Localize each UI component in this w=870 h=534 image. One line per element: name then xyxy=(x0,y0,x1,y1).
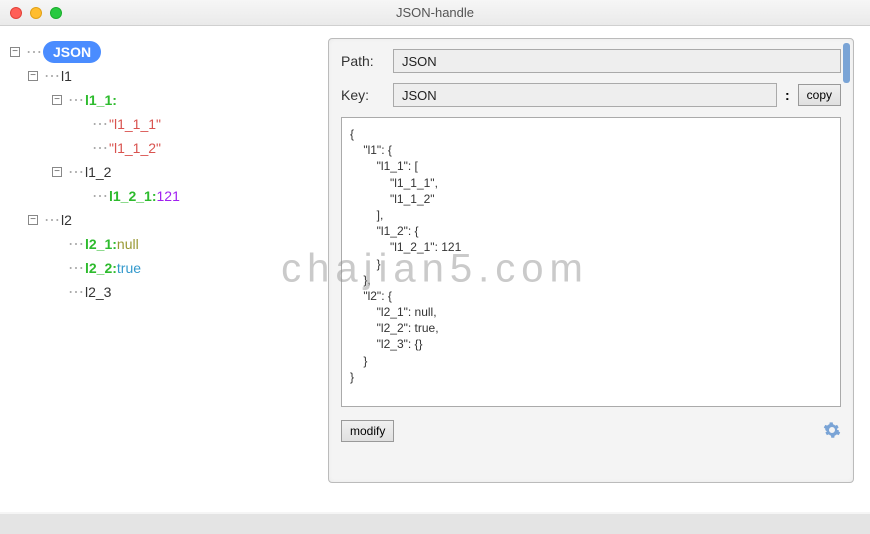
tree-value: "l1_1_2" xyxy=(109,140,161,156)
tree-key: l1_2_1 xyxy=(109,188,152,204)
tree-node-l1-2-1[interactable]: ⋯ l1_2_1 : 121 xyxy=(10,184,310,208)
tree-key: l2_3 xyxy=(85,284,111,300)
tree-value: 121 xyxy=(157,188,180,204)
copy-button[interactable]: copy xyxy=(798,84,841,106)
tree-key: l1_2 xyxy=(85,164,111,180)
tree-key: l2_2 xyxy=(85,260,112,276)
collapse-icon[interactable]: − xyxy=(10,47,20,57)
collapse-icon[interactable]: − xyxy=(28,215,38,225)
key-label: Key: xyxy=(341,87,385,103)
path-input[interactable] xyxy=(393,49,841,73)
tree-node-root[interactable]: − ⋯ JSON xyxy=(10,40,310,64)
tree-key: l1_1 xyxy=(85,92,112,108)
collapse-icon[interactable]: − xyxy=(52,167,62,177)
tree-node-l2[interactable]: − ⋯ l2 xyxy=(10,208,310,232)
window-title: JSON-handle xyxy=(10,5,860,20)
traffic-lights xyxy=(10,7,62,19)
tree-node-l1-1-1[interactable]: ⋯ "l1_1_1" xyxy=(10,112,310,136)
tree-node-l2-3[interactable]: ⋯ l2_3 xyxy=(10,280,310,304)
modify-button[interactable]: modify xyxy=(341,420,394,442)
tree-node-l1-1-2[interactable]: ⋯ "l1_1_2" xyxy=(10,136,310,160)
tree-node-l2-1[interactable]: ⋯ l2_1 : null xyxy=(10,232,310,256)
right-panel: Path: Key: : copy modify xyxy=(320,26,870,512)
key-row: Key: : copy xyxy=(341,83,841,107)
tree-value: "l1_1_1" xyxy=(109,116,161,132)
root-badge[interactable]: JSON xyxy=(43,41,101,63)
app-window: JSON-handle − ⋯ JSON − ⋯ l1 − ⋯ l1_1 : ⋯ xyxy=(0,0,870,512)
minimize-icon[interactable] xyxy=(30,7,42,19)
collapse-icon[interactable]: − xyxy=(52,95,62,105)
tree-panel: − ⋯ JSON − ⋯ l1 − ⋯ l1_1 : ⋯ "l1_1_1" ⋯ xyxy=(0,26,320,512)
path-row: Path: xyxy=(341,49,841,73)
scrollbar[interactable] xyxy=(843,43,850,83)
json-textarea[interactable] xyxy=(341,117,841,407)
content: − ⋯ JSON − ⋯ l1 − ⋯ l1_1 : ⋯ "l1_1_1" ⋯ xyxy=(0,26,870,512)
maximize-icon[interactable] xyxy=(50,7,62,19)
close-icon[interactable] xyxy=(10,7,22,19)
path-label: Path: xyxy=(341,53,385,69)
tree-value: null xyxy=(117,236,139,252)
tree-node-l1-1[interactable]: − ⋯ l1_1 : xyxy=(10,88,310,112)
tree-value: true xyxy=(117,260,141,276)
detail-box: Path: Key: : copy modify xyxy=(328,38,854,483)
bottom-row: modify xyxy=(341,420,841,442)
key-input[interactable] xyxy=(393,83,777,107)
colon-label: : xyxy=(785,87,790,103)
tree-key: l2 xyxy=(61,212,72,228)
gear-icon[interactable] xyxy=(823,421,841,442)
collapse-icon[interactable]: − xyxy=(28,71,38,81)
titlebar: JSON-handle xyxy=(0,0,870,26)
tree-node-l1[interactable]: − ⋯ l1 xyxy=(10,64,310,88)
tree-key: l1 xyxy=(61,68,72,84)
tree-node-l2-2[interactable]: ⋯ l2_2 : true xyxy=(10,256,310,280)
footer-bar xyxy=(0,514,870,534)
tree-node-l1-2[interactable]: − ⋯ l1_2 xyxy=(10,160,310,184)
tree-key: l2_1 xyxy=(85,236,112,252)
